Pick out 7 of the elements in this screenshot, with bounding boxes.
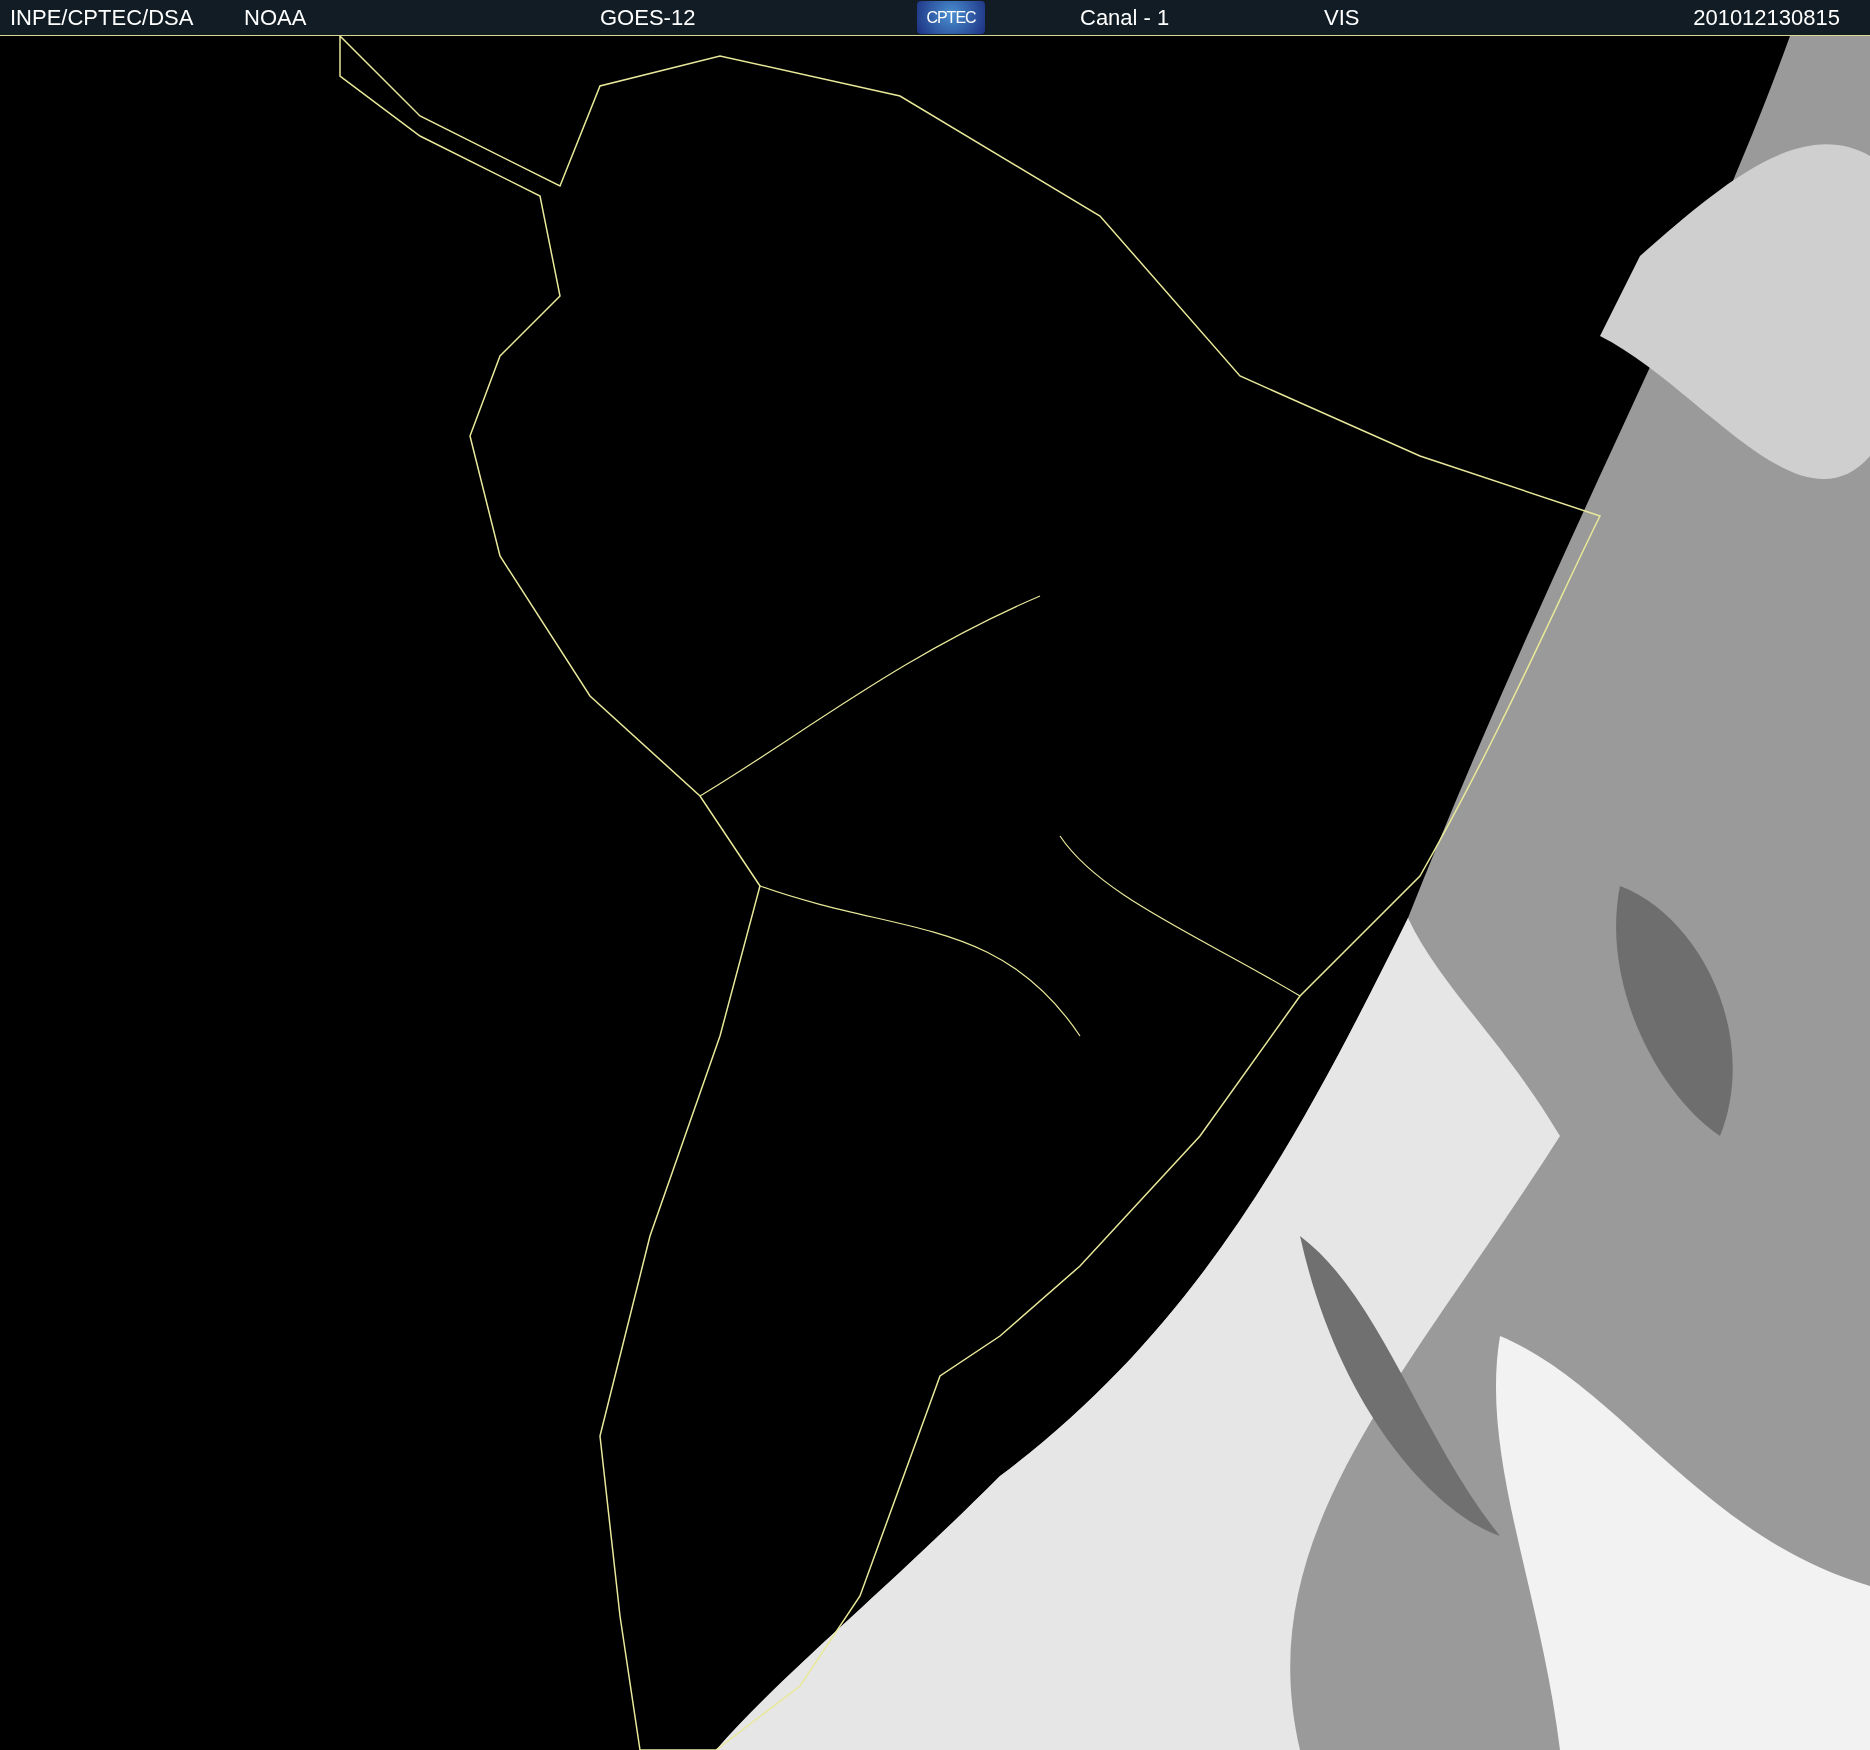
agency-label: NOAA bbox=[244, 6, 307, 30]
band-label: VIS bbox=[1324, 6, 1360, 30]
source-label: INPE/CPTEC/DSA bbox=[10, 6, 194, 30]
satellite-label: GOES-12 bbox=[600, 6, 696, 30]
logo: CPTEC bbox=[917, 1, 985, 34]
channel-label: Canal - 1 bbox=[1080, 6, 1170, 30]
timestamp-label: 201012130815 bbox=[1693, 6, 1840, 30]
